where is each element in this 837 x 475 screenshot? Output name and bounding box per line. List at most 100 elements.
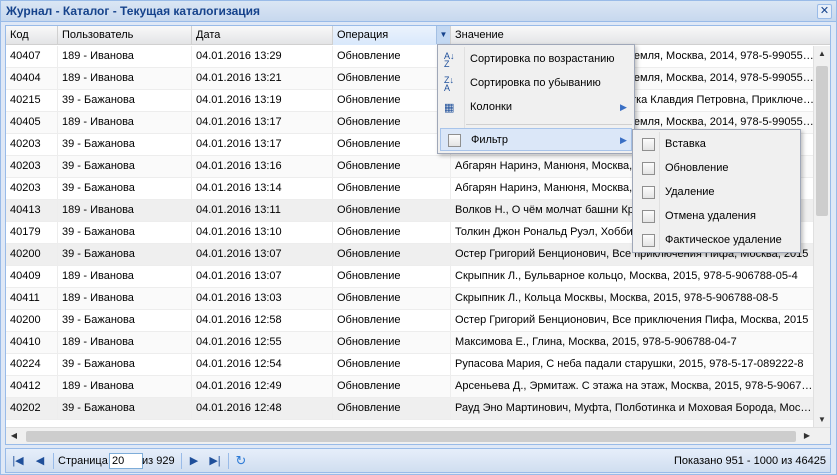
scroll-down-icon[interactable]: ▼ bbox=[814, 412, 830, 428]
table-row[interactable]: 40215 39 - Бажанова 04.01.2016 13:19 Обновл… bbox=[6, 90, 814, 112]
table-cell: Скрыпник Л., Кольца Москвы, Москва, 2015… bbox=[455, 292, 779, 304]
filter-option-checkbox[interactable] bbox=[642, 210, 655, 223]
table-cell: 40200 bbox=[6, 310, 58, 331]
menu-sort-ascending[interactable]: A↓ Z Сортировка по возрастанию bbox=[440, 48, 632, 71]
journal-window: Журнал - Каталог - Текущая каталогизация… bbox=[0, 0, 837, 475]
table-row[interactable]: 40202 39 - Бажанова 04.01.2016 12:48 Обновл… bbox=[6, 398, 814, 420]
table-cell: 04.01.2016 13:03 bbox=[192, 288, 333, 309]
table-cell: Обновление bbox=[333, 354, 451, 375]
horizontal-scrollbar[interactable]: ◀ ▶ bbox=[6, 427, 830, 444]
table-row[interactable]: 40224 39 - Бажанова 04.01.2016 12:54 Обновл… bbox=[6, 354, 814, 376]
filter-option[interactable]: Обновление bbox=[635, 157, 798, 180]
submenu-arrow-icon: ▶ bbox=[620, 102, 627, 112]
filter-option-checkbox[interactable] bbox=[642, 138, 655, 151]
menu-columns[interactable]: ▦ Колонки ▶ bbox=[440, 96, 632, 119]
table-cell: 04.01.2016 13:17 bbox=[192, 134, 333, 155]
table-cell: 04.01.2016 13:10 bbox=[192, 222, 333, 243]
table-cell: 189 - Иванова bbox=[58, 46, 192, 67]
scroll-left-icon[interactable]: ◀ bbox=[6, 428, 22, 444]
submenu-arrow-icon: ▶ bbox=[620, 135, 627, 145]
table-cell: Остер Григорий Бенционович, Все приключе… bbox=[455, 314, 809, 326]
table-row[interactable]: 40407 189 - Иванова 04.01.2016 13:29 Обновл… bbox=[6, 46, 814, 68]
scroll-up-icon[interactable]: ▲ bbox=[814, 46, 830, 62]
table-cell: Обновление bbox=[333, 244, 451, 265]
column-header-code[interactable]: Код bbox=[6, 26, 58, 45]
table-cell: 40405 bbox=[6, 112, 58, 133]
column-menu: A↓ Z Сортировка по возрастанию Z↓ A Сортир… bbox=[437, 44, 635, 154]
next-page-icon[interactable]: ▶ bbox=[186, 453, 202, 469]
grid-header: Код Пользователь Дата Операция ▼ Значени… bbox=[6, 26, 830, 45]
table-cell: 39 - Бажанова bbox=[58, 90, 192, 111]
close-icon[interactable]: ✕ bbox=[817, 4, 832, 19]
table-row[interactable]: 40409 189 - Иванова 04.01.2016 13:07 Обновл… bbox=[6, 266, 814, 288]
table-cell: Обновление bbox=[333, 68, 451, 89]
filter-checkbox[interactable] bbox=[448, 134, 461, 147]
table-row[interactable]: 40404 189 - Иванова 04.01.2016 13:21 Обновл… bbox=[6, 68, 814, 90]
table-cell: 40410 bbox=[6, 332, 58, 353]
table-cell: Обновление bbox=[333, 332, 451, 353]
column-header-date[interactable]: Дата bbox=[192, 26, 333, 45]
page-label: Страница bbox=[58, 455, 108, 467]
filter-option-label: Вставка bbox=[665, 138, 706, 150]
table-cell: 40203 bbox=[6, 156, 58, 177]
table-cell: 189 - Иванова bbox=[58, 266, 192, 287]
first-page-icon[interactable]: |◀ bbox=[10, 453, 26, 469]
prev-page-icon[interactable]: ◀ bbox=[32, 453, 48, 469]
table-cell: Обновление bbox=[333, 376, 451, 397]
table-cell: 40409 bbox=[6, 266, 58, 287]
title-bar: Журнал - Каталог - Текущая каталогизация… bbox=[1, 1, 836, 22]
table-cell: 40179 bbox=[6, 222, 58, 243]
table-cell: Рауд Эно Мартинович, Муфта, Полботинка и… bbox=[455, 402, 814, 414]
window-title: Журнал - Каталог - Текущая каталогизация bbox=[6, 4, 261, 18]
column-header-user[interactable]: Пользователь bbox=[58, 26, 192, 45]
vertical-scrollbar[interactable]: ▲ ▼ bbox=[813, 46, 830, 428]
table-cell: Обновление bbox=[333, 398, 451, 419]
table-cell: 189 - Иванова bbox=[58, 288, 192, 309]
sort-descending-icon: Z↓ A bbox=[444, 75, 454, 93]
filter-option-checkbox[interactable] bbox=[642, 162, 655, 175]
table-cell: 04.01.2016 13:16 bbox=[192, 156, 333, 177]
columns-icon: ▦ bbox=[444, 102, 455, 114]
table-cell: 40203 bbox=[6, 134, 58, 155]
filter-option-checkbox[interactable] bbox=[642, 234, 655, 247]
vertical-scroll-thumb[interactable] bbox=[816, 66, 828, 216]
table-cell: Обновление bbox=[333, 222, 451, 243]
menu-sort-descending[interactable]: Z↓ A Сортировка по убыванию bbox=[440, 72, 632, 95]
menu-filter[interactable]: Фильтр ▶ bbox=[440, 128, 632, 151]
refresh-icon[interactable]: ↻ bbox=[233, 453, 249, 469]
paging-toolbar: |◀ ◀ Страница из 929 ▶ ▶| ↻ Показано 951… bbox=[5, 448, 831, 473]
table-cell: Арсеньева Д., Эрмитаж. С этажа на этаж, … bbox=[455, 380, 814, 392]
horizontal-scroll-thumb[interactable] bbox=[26, 431, 796, 442]
table-cell: Обновление bbox=[333, 200, 451, 221]
table-cell: 40202 bbox=[6, 398, 58, 419]
table-cell: 40404 bbox=[6, 68, 58, 89]
filter-option-checkbox[interactable] bbox=[642, 186, 655, 199]
column-header-operation[interactable]: Операция ▼ bbox=[333, 26, 451, 45]
table-cell: 39 - Бажанова bbox=[58, 222, 192, 243]
table-row[interactable]: 40411 189 - Иванова 04.01.2016 13:03 Обновл… bbox=[6, 288, 814, 310]
table-cell: 40407 bbox=[6, 46, 58, 67]
filter-option-label: Фактическое удаление bbox=[665, 234, 782, 246]
table-row[interactable]: 40410 189 - Иванова 04.01.2016 12:55 Обновл… bbox=[6, 332, 814, 354]
table-cell: Обновление bbox=[333, 156, 451, 177]
filter-option[interactable]: Удаление bbox=[635, 181, 798, 204]
filter-option[interactable]: Фактическое удаление bbox=[635, 229, 798, 252]
filter-option[interactable]: Вставка bbox=[635, 133, 798, 156]
table-row[interactable]: 40412 189 - Иванова 04.01.2016 12:49 Обновл… bbox=[6, 376, 814, 398]
table-cell: Обновление bbox=[333, 112, 451, 133]
column-menu-trigger-icon[interactable]: ▼ bbox=[436, 26, 450, 44]
table-cell: Обновление bbox=[333, 90, 451, 111]
table-cell: 39 - Бажанова bbox=[58, 398, 192, 419]
filter-option[interactable]: Отмена удаления bbox=[635, 205, 798, 228]
table-row[interactable]: 40200 39 - Бажанова 04.01.2016 12:58 Обновл… bbox=[6, 310, 814, 332]
sort-ascending-icon: A↓ Z bbox=[444, 51, 455, 69]
column-header-value[interactable]: Значение bbox=[451, 26, 830, 45]
table-cell: 39 - Бажанова bbox=[58, 156, 192, 177]
filter-option-label: Обновление bbox=[665, 162, 729, 174]
table-cell: 04.01.2016 12:48 bbox=[192, 398, 333, 419]
table-cell: 40411 bbox=[6, 288, 58, 309]
page-number-input[interactable] bbox=[109, 453, 143, 469]
last-page-icon[interactable]: ▶| bbox=[207, 453, 223, 469]
scroll-right-icon[interactable]: ▶ bbox=[799, 428, 815, 444]
filter-option-label: Отмена удаления bbox=[665, 210, 756, 222]
